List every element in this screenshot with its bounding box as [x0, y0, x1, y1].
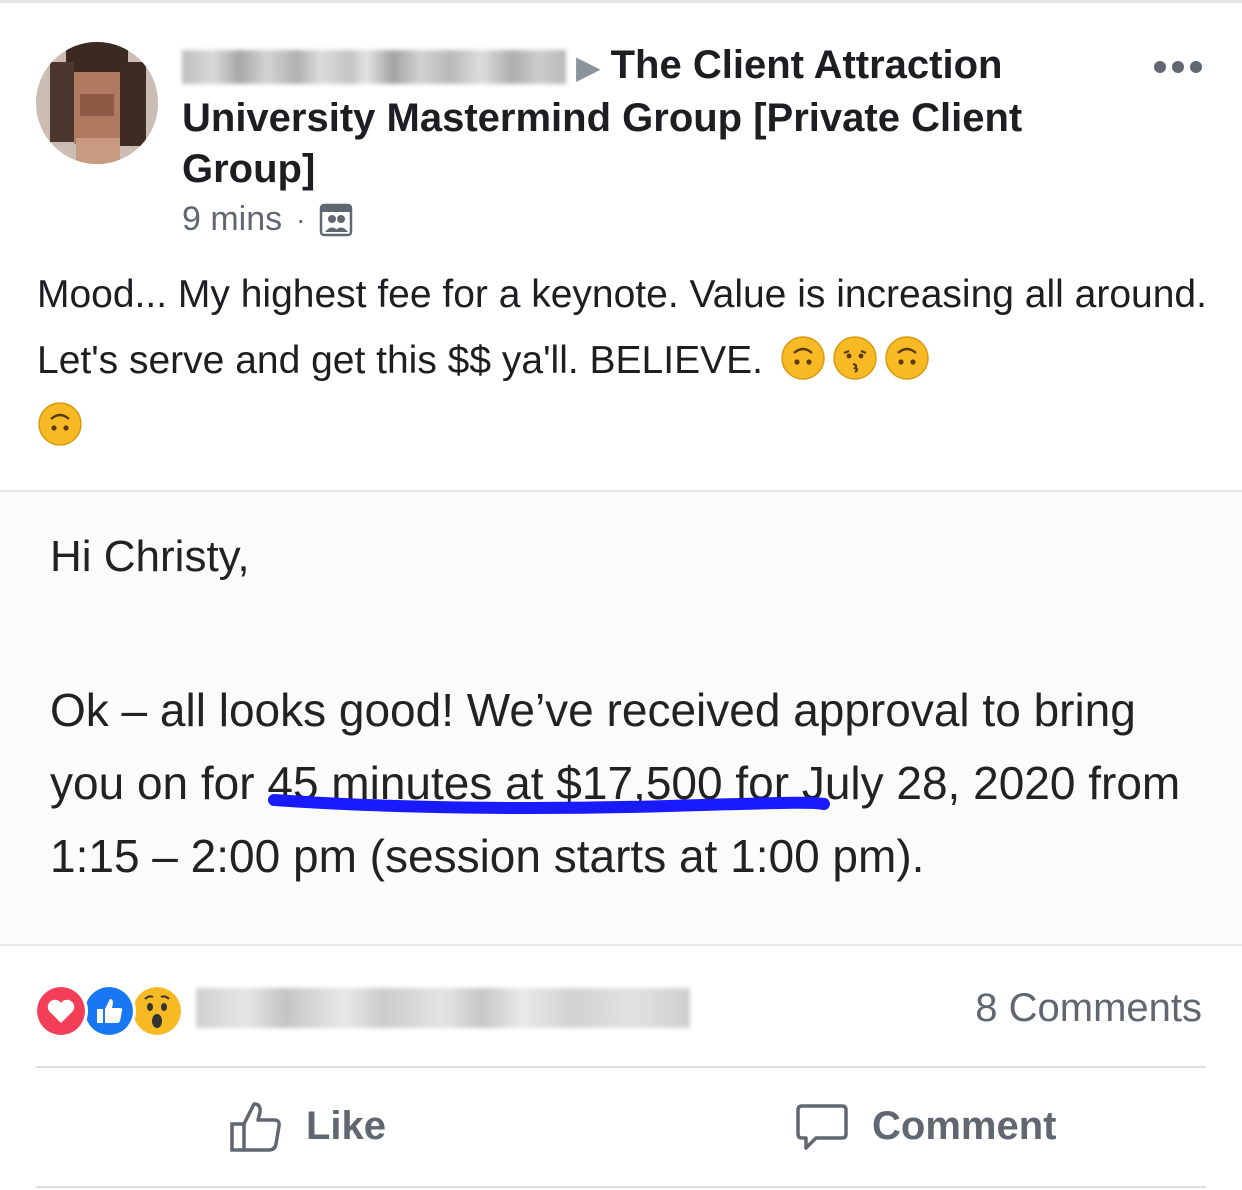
author-avatar[interactable]	[36, 42, 158, 164]
actions-divider	[36, 1066, 1206, 1068]
meta-separator: ·	[296, 203, 306, 235]
comment-button[interactable]: Comment	[794, 1098, 1056, 1154]
upside-down-face-icon	[885, 336, 929, 380]
wow-reaction-icon	[130, 984, 184, 1038]
love-reaction-icon	[34, 984, 88, 1038]
reaction-icons[interactable]	[34, 984, 184, 1038]
kissing-face-icon	[833, 336, 877, 380]
like-button[interactable]: Like	[228, 1098, 386, 1154]
handdrawn-underline	[268, 794, 830, 814]
email-body: Ok – all looks good! We’ve received appr…	[50, 684, 1181, 882]
post-text: Mood... My highest fee for a keynote. Va…	[37, 273, 1207, 382]
email-greeting: Hi Christy,	[50, 532, 250, 581]
upside-down-face-icon	[38, 402, 82, 446]
bottom-divider	[36, 1186, 1206, 1188]
share-arrow-icon: ▶	[576, 49, 601, 85]
post-header: ▶ The Client Attraction University Master…	[182, 40, 1082, 195]
attached-image[interactable]: Hi Christy, Ok – all looks good! We’ve r…	[0, 490, 1242, 946]
comment-label: Comment	[872, 1103, 1057, 1148]
post-meta: 9 mins ·	[182, 200, 353, 239]
like-label: Like	[306, 1103, 387, 1148]
reactors-names-redacted[interactable]	[196, 988, 690, 1028]
author-name-redacted[interactable]	[182, 50, 566, 85]
comments-count[interactable]: 8 Comments	[975, 986, 1202, 1031]
comment-bubble-icon	[796, 1104, 848, 1150]
more-options-icon[interactable]	[1154, 52, 1206, 82]
group-audience-icon	[320, 203, 353, 236]
like-reaction-icon	[82, 984, 136, 1038]
post-body: Mood... My highest fee for a keynote. Va…	[37, 262, 1207, 460]
post-timestamp[interactable]: 9 mins	[182, 200, 282, 239]
upside-down-face-icon	[781, 336, 825, 380]
thumbs-up-icon	[230, 1102, 281, 1152]
top-divider	[0, 0, 1242, 3]
